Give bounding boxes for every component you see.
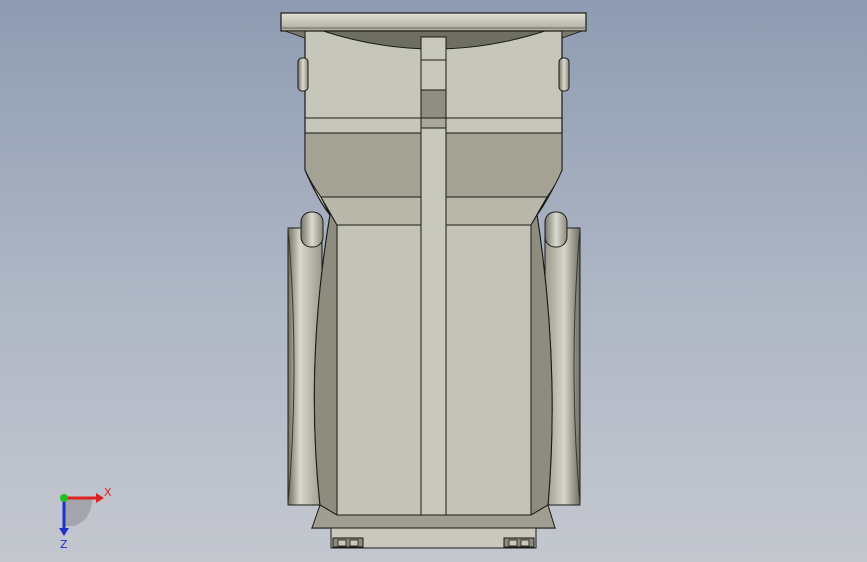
gearbox-housing-model[interactable]	[0, 0, 867, 562]
right-lower-boss[interactable]	[544, 211, 568, 248]
y-axis-icon	[60, 494, 68, 502]
triad-shadow-icon	[64, 498, 92, 526]
left-lower-boss[interactable]	[300, 211, 324, 248]
z-axis-label: Z	[60, 538, 68, 550]
center-rib[interactable]	[420, 36, 447, 516]
graphics-viewport[interactable]: X Z	[0, 0, 867, 562]
x-axis-label: X	[104, 486, 112, 499]
x-arrow-icon	[96, 493, 104, 503]
left-upper-boss[interactable]	[297, 57, 309, 92]
orientation-triad: X Z	[59, 486, 112, 550]
right-upper-boss[interactable]	[558, 57, 570, 92]
base-plate[interactable]	[330, 527, 537, 549]
z-arrow-icon	[59, 528, 69, 536]
